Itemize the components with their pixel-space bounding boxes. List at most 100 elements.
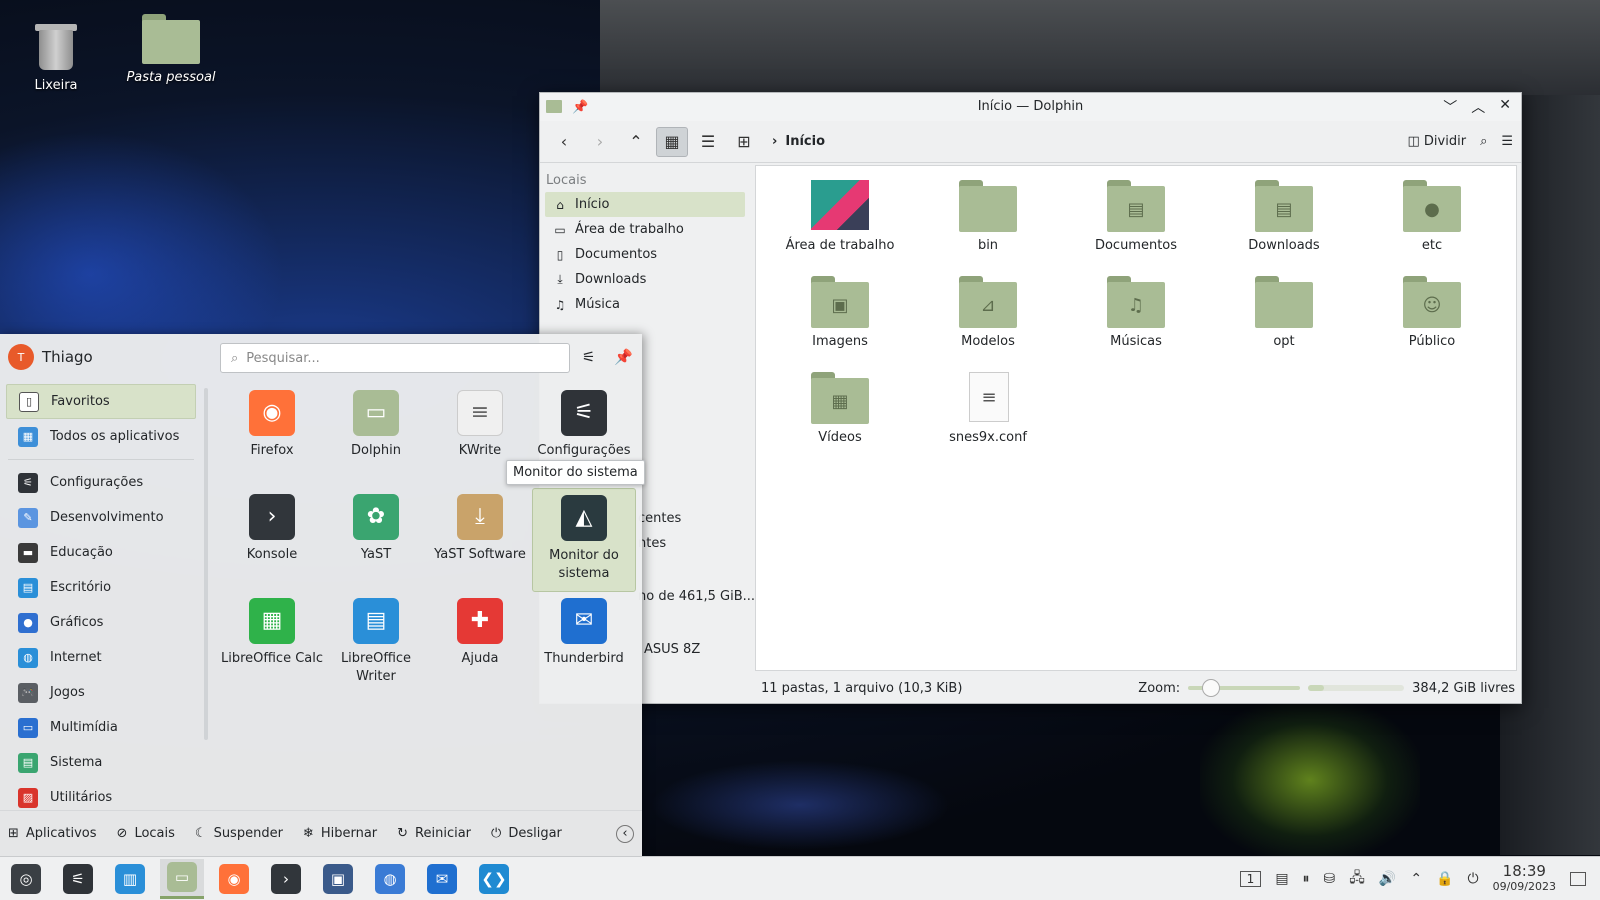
menu-icon[interactable]: ☰ [1501,134,1513,149]
zoom-slider-knob[interactable] [1201,679,1220,697]
taskbar-vscode-button[interactable]: ❮❯ [472,859,516,899]
place-documents[interactable]: ▯ Documentos [545,242,745,267]
footer-button[interactable]: ❄ Hibernar [303,826,377,841]
file-item[interactable]: opt [1210,276,1358,372]
app-item[interactable]: ◭ Monitor do sistema [532,488,636,592]
file-item[interactable]: Área de trabalho [766,180,914,276]
app-item[interactable]: ✿ YaST [324,488,428,592]
footer-button[interactable]: ⊘ Locais [117,826,175,841]
app-item[interactable]: ✉ Thunderbird [532,592,636,696]
file-item[interactable]: ☺ Público [1358,276,1506,372]
taskbar-spectacle-button[interactable]: ▣ [316,859,360,899]
category-list: ▯ Favoritos ▦ Todos os aplicativos ⚟ Configur… [0,384,202,810]
place-recent-fragment[interactable]: centes [638,511,681,526]
maximize-button[interactable]: ︿ [1471,97,1485,117]
split-button[interactable]: ◫ Dividir [1407,134,1466,149]
breadcrumb-item[interactable]: Início [785,134,825,149]
app-item[interactable]: ◉ Firefox [220,384,324,488]
device-icon[interactable]: ⛁ [1324,871,1336,887]
footer-button[interactable]: ↻ Reiniciar [397,826,471,841]
back-button[interactable]: ‹ [548,127,580,157]
footer-button[interactable]: ⊞ Aplicativos [8,826,97,841]
clipboard-icon[interactable]: ▤ [1275,871,1288,887]
place-home[interactable]: ⌂ Início [545,192,745,217]
taskbar-discover-button[interactable]: ▥ [108,859,152,899]
desktop-home-folder[interactable]: Pasta pessoal [121,14,221,85]
footer-button[interactable]: ☾ Suspender [195,826,283,841]
category-item[interactable]: ✎ Desenvolvimento [6,500,196,535]
show-desktop-button[interactable] [1570,871,1586,886]
avatar[interactable]: T [8,344,34,370]
clock[interactable]: 18:39 09/09/2023 [1493,863,1556,894]
taskbar-thunderbird-button[interactable]: ✉ [420,859,464,899]
up-button[interactable]: ⌃ [620,127,652,157]
network-icon[interactable]: 🖧 [1349,867,1365,891]
details-view-button[interactable]: ☰ [692,127,724,157]
category-item[interactable]: ● Gráficos [6,605,196,640]
app-item[interactable]: ▭ Dolphin [324,384,428,488]
category-item[interactable]: ▦ Todos os aplicativos [6,419,196,454]
taskbar-chromium-button[interactable]: ◍ [368,859,412,899]
search-input[interactable]: ⌕ Pesquisar... [220,343,570,373]
power-icon[interactable]: ⏻ [1468,871,1479,887]
app-item[interactable]: ▦ LibreOffice Calc [220,592,324,696]
title-bar[interactable]: 📌 Início — Dolphin ﹀ ︿ ✕ [540,93,1521,121]
collapse-icon[interactable]: ‹ [616,824,634,843]
place-downloads[interactable]: ⤓ Downloads [545,267,745,292]
app-item[interactable]: › Konsole [220,488,324,592]
chevron-up-icon[interactable]: ⌃ [1410,871,1422,887]
pin-icon[interactable]: 📌 [614,348,633,366]
taskbar-dolphin-button[interactable]: ▭ [160,858,204,899]
category-item[interactable]: ▭ Multimídia [6,710,196,745]
taskbar-firefox-button[interactable]: ◉ [212,859,256,899]
category-icon: ▬ [18,542,38,563]
file-item[interactable]: ▦ Vídeos [766,372,914,468]
category-scrollbar[interactable] [204,388,208,740]
taskbar-settings-button[interactable]: ⚟ [56,859,100,899]
place-desktop[interactable]: ▭ Área de trabalho [545,217,745,242]
volume-icon[interactable]: 🔊 [1379,871,1396,887]
breadcrumb[interactable]: › Início [772,134,825,149]
device-fragment[interactable]: no de 461,5 GiB... [638,589,755,604]
taskbar-konsole-button[interactable]: › [264,859,308,899]
search-icon[interactable]: ⌕ [1480,134,1487,149]
lock-icon[interactable]: 🔒 [1436,871,1453,887]
footer-button[interactable]: ⏻ Desligar [491,826,562,841]
pager[interactable]: 1 [1239,870,1262,887]
file-item[interactable]: ⊿ Modelos [914,276,1062,372]
file-item[interactable]: bin [914,180,1062,276]
category-item[interactable]: ▤ Escritório [6,570,196,605]
file-item[interactable]: ▤ Downloads [1210,180,1358,276]
place-recent-fragment[interactable]: ntes [638,536,666,551]
category-item[interactable]: ▯ Favoritos [6,384,196,419]
icons-view-button[interactable]: ▦ [656,126,688,157]
divider [8,459,194,460]
configure-icon[interactable]: ⚟ [582,348,595,366]
category-item[interactable]: ▤ Sistema [6,745,196,780]
minimize-button[interactable]: ﹀ [1443,97,1457,117]
file-view[interactable]: Área de trabalho bin ▤ Documentos ▤ Downloads… [755,165,1517,671]
file-item[interactable]: ♫ Músicas [1062,276,1210,372]
category-item[interactable]: ▬ Educação [6,535,196,570]
app-item[interactable]: ⤓ YaST Software [428,488,532,592]
file-name: Modelos [961,334,1015,349]
file-item[interactable]: ● etc [1358,180,1506,276]
zoom-slider[interactable] [1188,679,1301,697]
app-item[interactable]: ▤ LibreOffice Writer [324,592,428,696]
close-button[interactable]: ✕ [1499,97,1511,117]
app-item[interactable]: ✚ Ajuda [428,592,532,696]
category-item[interactable]: ⚟ Configurações [6,465,196,500]
desktop-trash[interactable]: Lixeira [6,16,106,93]
tree-view-button[interactable]: ⊞ [728,127,760,157]
file-item[interactable]: ≡ snes9x.conf [914,372,1062,468]
place-music[interactable]: ♫ Música [545,292,745,317]
file-item[interactable]: ▣ Imagens [766,276,914,372]
taskbar-launcher-button[interactable]: ◎ [4,859,48,899]
forward-button[interactable]: › [584,127,616,157]
device-fragment[interactable]: ASUS 8Z [644,642,700,657]
category-item[interactable]: ◍ Internet [6,640,196,675]
file-item[interactable]: ▤ Documentos [1062,180,1210,276]
media-icon[interactable]: ⏸ [1303,871,1310,887]
category-item[interactable]: 🎮 Jogos [6,675,196,710]
pin-icon[interactable]: 📌 [572,100,588,115]
